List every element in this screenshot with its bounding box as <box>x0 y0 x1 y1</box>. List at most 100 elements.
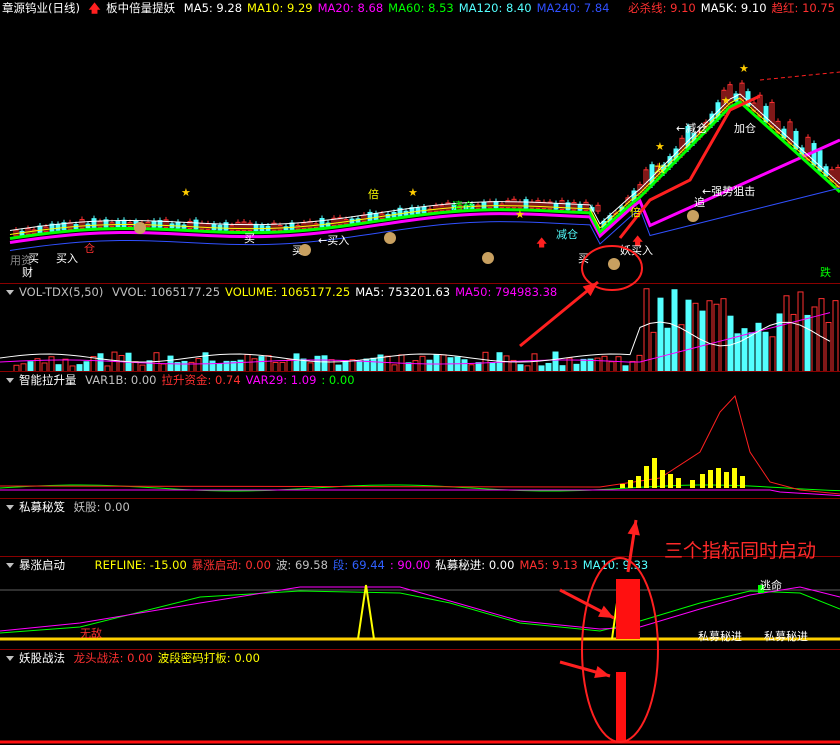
volume-bar <box>734 333 741 372</box>
zn-bar <box>724 472 729 488</box>
bz-header: 暴涨启动 REFLINE: -15.00 暴涨启动: 0.00 波: 69.58 段:… <box>0 557 658 573</box>
zn-bar <box>708 470 713 488</box>
price-candle <box>289 222 295 230</box>
volume-bar <box>825 321 832 372</box>
zn-name[interactable]: 智能拉升量 <box>19 373 77 387</box>
mark-fall: 跌 <box>820 265 831 279</box>
volume-bar <box>832 300 839 372</box>
dropdown-icon[interactable] <box>6 655 14 661</box>
zn-bar <box>700 474 705 488</box>
dropdown-icon[interactable] <box>6 504 14 510</box>
yg-item-1: 波段密码打板: 0.00 <box>157 651 260 665</box>
ma-item-0: MA5: 9.28 <box>183 1 243 15</box>
bz-item-4: : 90.00 <box>389 558 431 572</box>
volume-bar <box>636 354 643 372</box>
volume-values: VVOL: 1065177.25 VOLUME: 1065177.25 MA5: 7… <box>112 285 562 299</box>
sm-header: 私募秘笈 妖股: 0.00 <box>0 499 140 515</box>
ma-item-4: MA120: 8.40 <box>458 1 532 15</box>
price-candle <box>211 223 217 231</box>
vol-item-3: MA50: 794983.38 <box>455 285 558 299</box>
bz-item-0: REFLINE: -15.00 <box>94 558 187 572</box>
volume-bar <box>720 298 727 372</box>
bz-magenta <box>0 586 840 632</box>
yg-header: 妖股战法 龙头战法: 0.00 波段密码打板: 0.00 <box>0 650 270 666</box>
bz-red-bar <box>616 579 640 639</box>
volume-bar <box>447 357 454 372</box>
mark-strong: ←强势狙击 <box>702 185 755 198</box>
mark-clear: 清仓 <box>452 199 474 213</box>
yg-item-0: 龙头战法: 0.00 <box>73 651 153 665</box>
mark-chase: 追 <box>694 195 705 209</box>
volume-bar <box>783 295 790 372</box>
ma-right-item-0: 必杀线: 9.10 <box>628 1 696 15</box>
ma-right-values: 必杀线: 9.10 MA5K: 9.10 趋红: 10.75 <box>628 0 840 16</box>
zn-bar <box>620 484 625 488</box>
ma-right-item-2: 趋红: 10.75 <box>771 1 835 15</box>
bz-item-1: 暴涨启动: 0.00 <box>191 558 271 572</box>
zn-bar <box>690 480 695 488</box>
bz-panel[interactable]: 暴涨启动 REFLINE: -15.00 暴涨启动: 0.00 波: 69.58 段:… <box>0 556 840 650</box>
zn-item-2: VAR29: 1.09 <box>245 373 317 387</box>
mark-bei: 倍 <box>630 205 641 219</box>
mark-bei-2: 倍 <box>368 187 379 201</box>
mark-buy-2: 买 <box>244 232 255 245</box>
ma-item-1: MA10: 9.29 <box>247 1 313 15</box>
volume-panel[interactable]: VOL-TDX(5,50) VVOL: 1065177.25 VOLUME: 10… <box>0 283 840 372</box>
price-candle <box>193 219 199 230</box>
zn-bar <box>652 458 657 488</box>
volume-bar <box>440 354 447 372</box>
volume-bar <box>118 354 125 372</box>
zn-bar <box>660 470 665 488</box>
volume-bar <box>671 289 678 372</box>
volume-bar <box>685 299 692 372</box>
volume-bar <box>258 356 265 372</box>
money-bag-icon <box>608 258 620 270</box>
price-candle <box>115 220 121 228</box>
sm-name[interactable]: 私募秘笈 <box>19 500 65 514</box>
volume-bar <box>552 351 559 372</box>
volume-name[interactable]: VOL-TDX(5,50) <box>19 285 103 299</box>
volume-bar <box>454 356 461 372</box>
dropdown-icon[interactable] <box>6 289 14 295</box>
price-candle <box>175 221 181 229</box>
volume-bar <box>195 358 202 372</box>
dropdown-icon[interactable] <box>6 562 14 568</box>
yg-panel[interactable]: 妖股战法 龙头战法: 0.00 波段密码打板: 0.00 <box>0 649 840 745</box>
sm-in-label-2: 私募秘进 <box>764 630 808 643</box>
money-bag-icon <box>299 244 311 256</box>
volume-bar <box>601 355 608 372</box>
volume-bar <box>384 355 391 372</box>
price-panel[interactable]: 买买入仓买买 ←买入 清仓 减仓买妖买入 ←减仓 加仓 ←强势狙击追倍倍太财跌用资 ★ ★ ★ ★ ★… <box>0 0 840 283</box>
volume-bar <box>321 355 328 372</box>
arrow-up-icon: 🡅 <box>536 236 547 249</box>
price-candle <box>151 220 157 228</box>
bz-item-5: 私募秘进: 0.00 <box>435 558 515 572</box>
volume-bar <box>706 300 713 372</box>
ma-values: MA5: 9.28 MA10: 9.29 MA20: 8.68 MA60: 8.53 M… <box>184 1 615 15</box>
yg-name[interactable]: 妖股战法 <box>19 651 65 665</box>
volume-bar <box>370 357 377 372</box>
wudi-label: 无敌 <box>80 627 102 640</box>
volume-bar <box>251 358 258 372</box>
stock-title[interactable]: 章源钨业(日线) <box>2 1 80 15</box>
person-icon: ★ <box>515 208 525 221</box>
price-candle <box>319 218 325 228</box>
zn-panel[interactable]: 智能拉升量 VAR1B: 0.00 拉升资金: 0.74 VAR29: 1.09: … <box>0 371 840 499</box>
mark-tai: 太 <box>654 162 665 175</box>
indicator-name[interactable]: 板中倍量提妖 <box>106 1 175 15</box>
volume-bar <box>90 356 97 372</box>
bz-name[interactable]: 暴涨启动 <box>19 558 65 572</box>
volume-bar <box>482 351 489 372</box>
sm-item-0: 妖股: 0.00 <box>73 500 130 514</box>
zn-item-3: : 0.00 <box>321 373 355 387</box>
volume-bar <box>265 355 272 372</box>
zn-bar <box>636 476 641 488</box>
price-header: 章源钨业(日线) 🡅 板中倍量提妖 MA5: 9.28 MA10: 9.29 MA2… <box>0 0 619 16</box>
bz-spike-1 <box>357 584 375 640</box>
zn-bar <box>740 476 745 488</box>
dropdown-icon[interactable] <box>6 377 14 383</box>
volume-bar <box>531 353 538 372</box>
price-chart: 买买入仓买买←买入清仓减仓买妖买入←减仓 加仓←强势狙击追倍倍太财 跌用资★ ★★★★… <box>0 0 840 283</box>
volume-bar <box>244 354 251 372</box>
zn-values: VAR1B: 0.00 拉升资金: 0.74 VAR29: 1.09: 0.00 <box>85 373 359 387</box>
